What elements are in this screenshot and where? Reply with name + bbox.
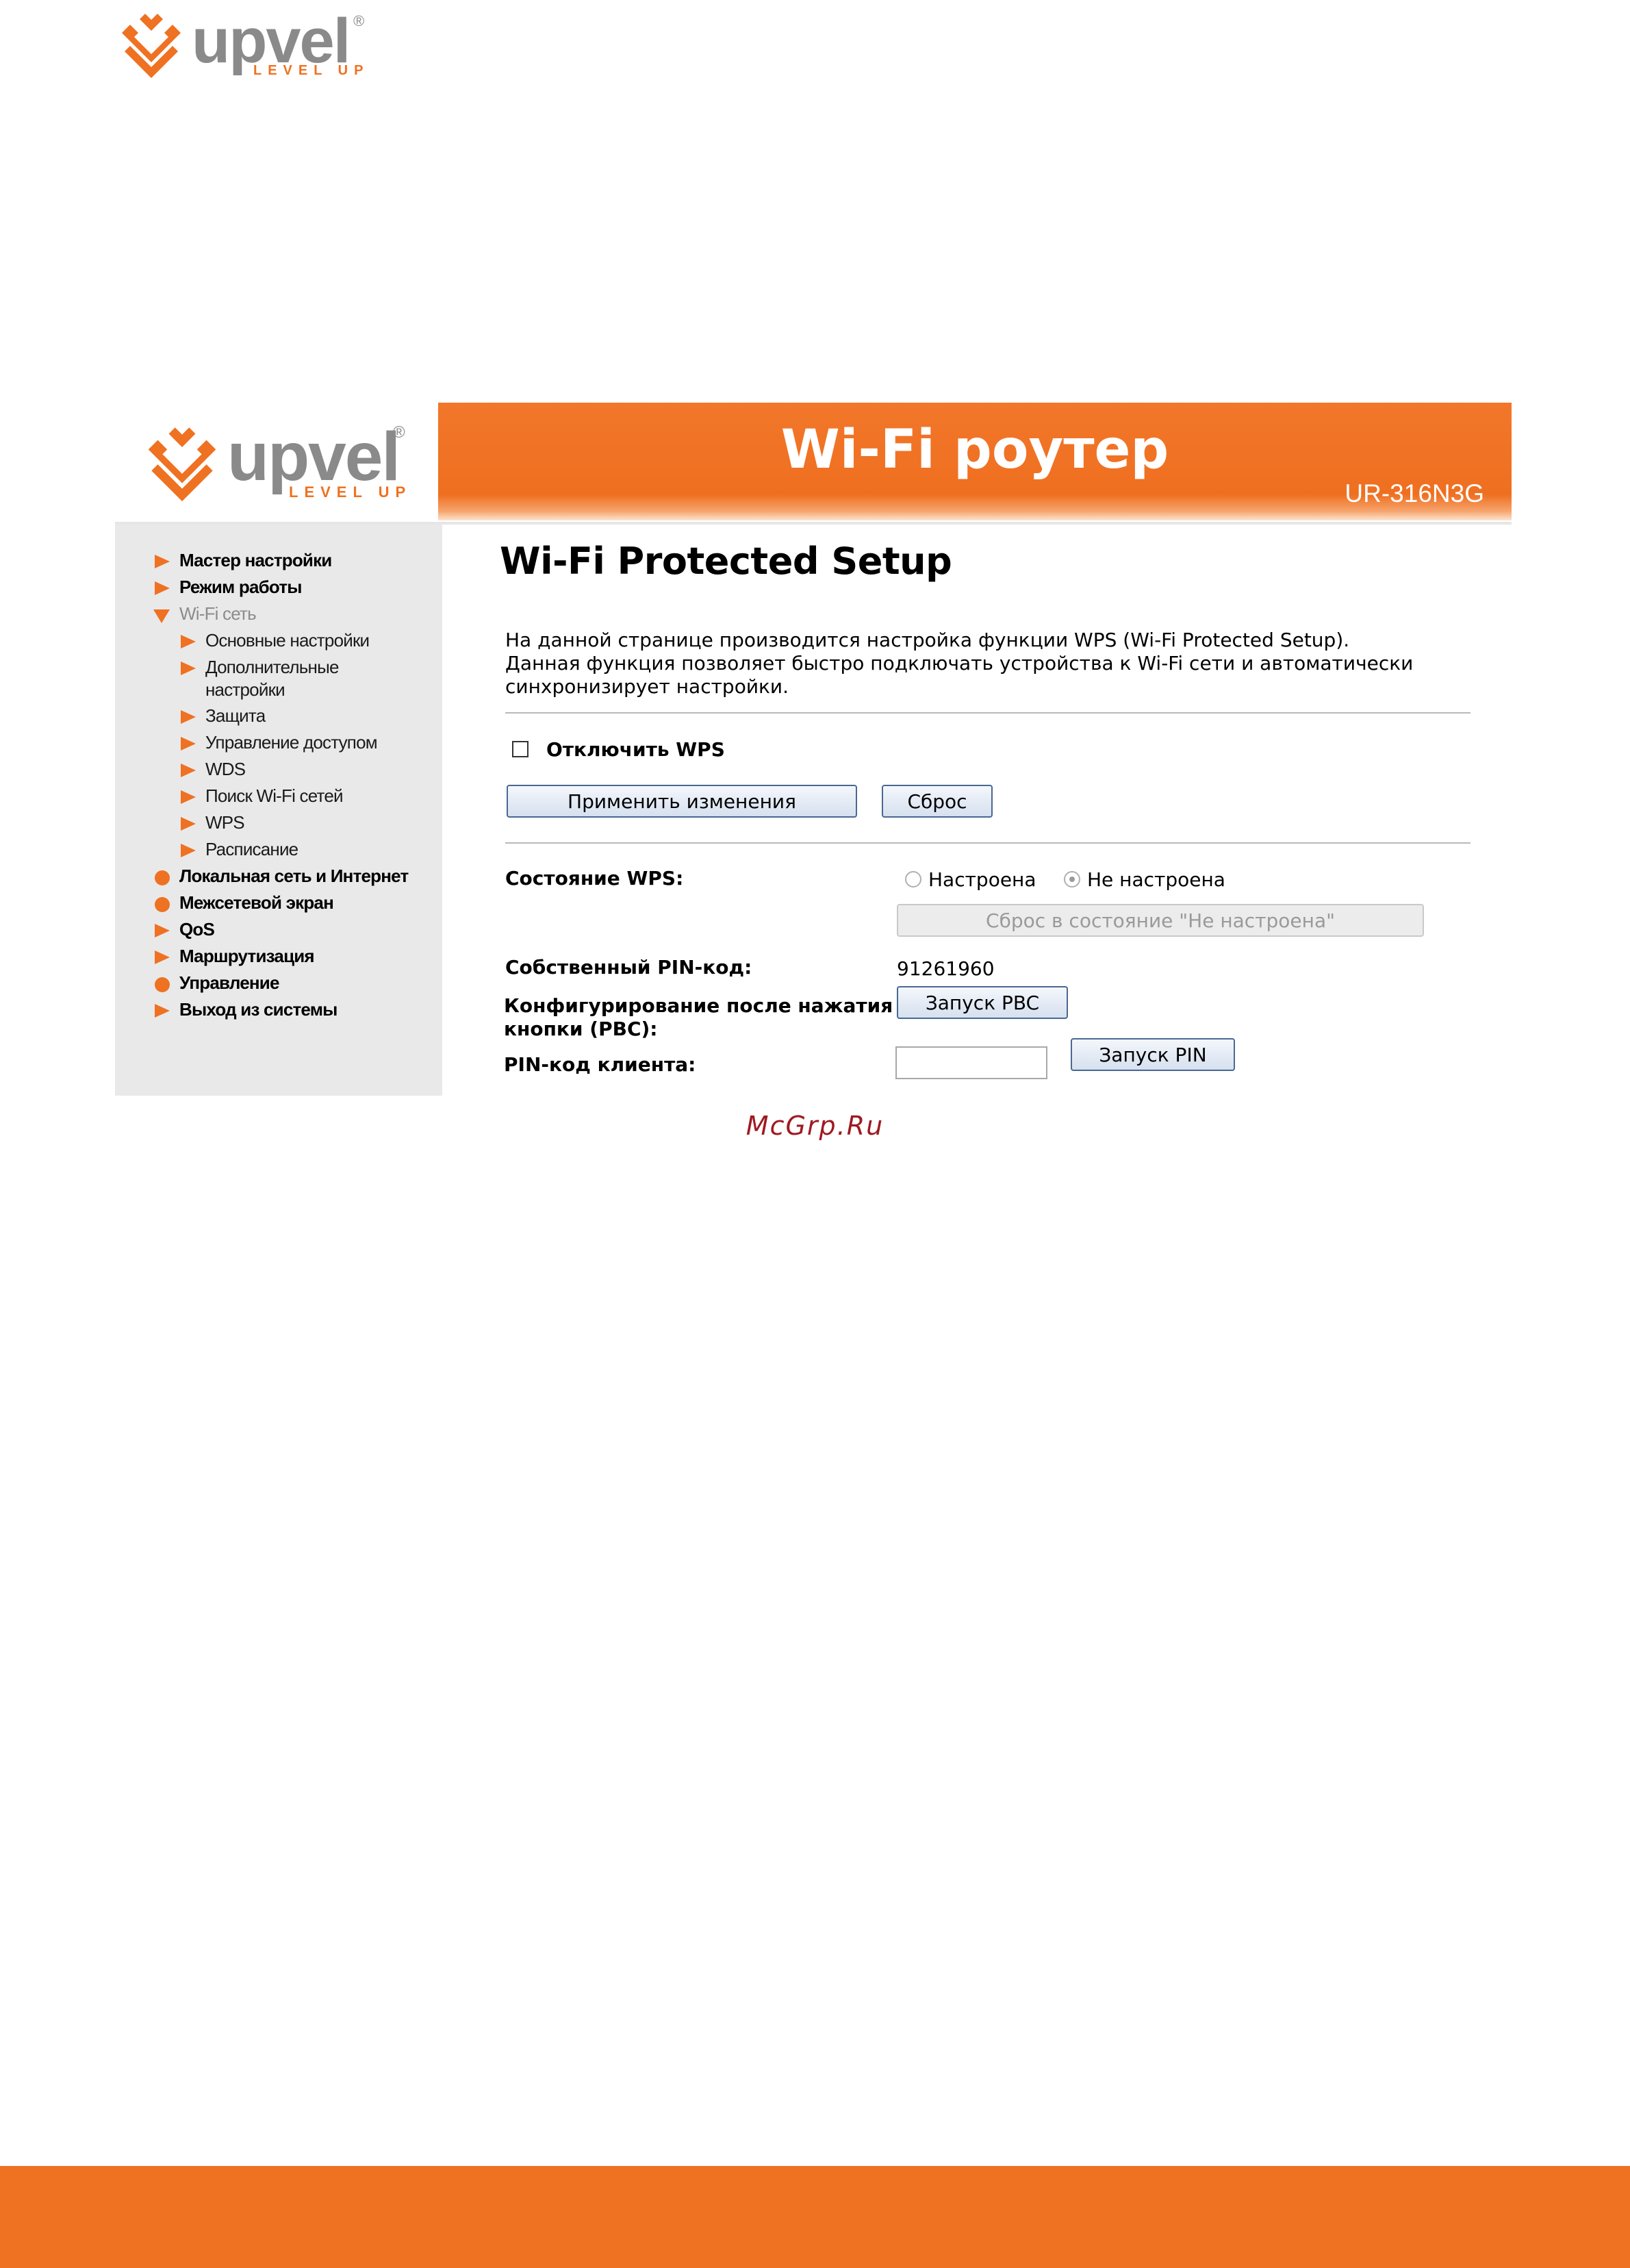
radio-not-configured[interactable]: [1064, 871, 1080, 887]
sidebar: Мастер настройки Режим работы Wi-Fi сеть…: [115, 525, 442, 1096]
own-pin-label: Собственный PIN-код:: [505, 956, 752, 979]
triangle-right-icon: [179, 785, 205, 807]
triangle-right-icon: [153, 998, 179, 1021]
sidebar-item-label: Wi-Fi сеть: [179, 603, 257, 624]
sidebar-item-label: Межсетевой экран: [179, 892, 334, 913]
sidebar-item-label: Режим работы: [179, 577, 302, 597]
pbc-label-line: кнопки (PBC):: [504, 1018, 658, 1040]
sidebar-item-label: Мастер настройки: [179, 550, 332, 570]
sidebar-item-label: Защита: [205, 705, 266, 726]
sidebar-item-wps[interactable]: WPS: [179, 811, 245, 834]
sidebar-item-label: QoS: [179, 919, 215, 940]
sidebar-item-advanced-settings[interactable]: Дополнительные настройки: [179, 656, 339, 701]
triangle-right-icon: [153, 945, 179, 968]
logo-tagline: LEVEL UP: [253, 63, 370, 78]
dot-icon: [153, 865, 179, 887]
sidebar-item-label: Поиск Wi-Fi сетей: [205, 785, 344, 806]
triangle-right-icon: [153, 576, 179, 598]
triangle-right-icon: [179, 811, 205, 834]
own-pin-value: 91261960: [897, 957, 995, 980]
upvel-logo: upvel ® LEVEL UP: [116, 6, 370, 81]
sidebar-item-wifi-scan[interactable]: Поиск Wi-Fi сетей: [179, 785, 344, 807]
page-description: На данной странице производится настройк…: [505, 629, 1491, 698]
header-banner: Wi-Fi роутер UR-316N3G: [438, 403, 1512, 520]
description-line: На данной странице производится настройк…: [505, 629, 1350, 651]
client-pin-input[interactable]: [895, 1046, 1047, 1079]
triangle-right-icon: [179, 629, 205, 652]
sidebar-item-operation-mode[interactable]: Режим работы: [153, 576, 302, 598]
divider: [505, 842, 1470, 844]
sidebar-item-label: Управление: [179, 972, 279, 993]
sidebar-item-routing[interactable]: Маршрутизация: [153, 945, 315, 968]
reset-button[interactable]: Сброс: [882, 785, 993, 818]
sidebar-item-label: Расписание: [205, 839, 298, 859]
wps-status-label: Состояние WPS:: [505, 867, 684, 890]
sidebar-item-security[interactable]: Защита: [179, 705, 266, 727]
sidebar-item-setup-wizard[interactable]: Мастер настройки: [153, 549, 332, 572]
pbc-label: Конфигурирование после нажатия кнопки (P…: [504, 994, 893, 1041]
header-logo-area: upvel ® LEVEL UP: [115, 403, 438, 520]
sidebar-item-wifi-network[interactable]: Wi-Fi сеть: [153, 603, 257, 625]
divider: [505, 712, 1470, 714]
reset-to-unconfigured-button[interactable]: Сброс в состояние "Не настроена": [897, 904, 1424, 937]
triangle-right-icon: [179, 731, 205, 754]
sidebar-item-access-control[interactable]: Управление доступом: [179, 731, 378, 754]
upvel-chevron-icon: [148, 427, 216, 501]
start-pin-button[interactable]: Запуск PIN: [1071, 1038, 1235, 1071]
sidebar-item-label: WPS: [205, 812, 245, 833]
description-line: синхронизирует настройки.: [505, 675, 789, 698]
page-title: Wi-Fi Protected Setup: [500, 540, 952, 583]
header-logo-tagline: LEVEL UP: [289, 483, 412, 501]
sidebar-item-schedule[interactable]: Расписание: [179, 838, 298, 861]
sidebar-item-logout[interactable]: Выход из системы: [153, 998, 338, 1021]
triangle-right-icon: [179, 656, 205, 679]
sidebar-item-lan-internet[interactable]: Локальная сеть и Интернет: [153, 865, 409, 887]
sidebar-item-wds[interactable]: WDS: [179, 758, 246, 781]
description-line: Данная функция позволяет быстро подключа…: [505, 652, 1414, 675]
radio-not-configured-label: Не настроена: [1087, 868, 1225, 891]
sidebar-item-label: Локальная сеть и Интернет: [179, 866, 409, 886]
sidebar-item-basic-settings[interactable]: Основные настройки: [179, 629, 370, 652]
client-pin-label: PIN-код клиента:: [504, 1053, 696, 1076]
dot-icon: [153, 972, 179, 994]
dot-icon: [153, 892, 179, 914]
start-pbc-button[interactable]: Запуск PBC: [897, 986, 1068, 1019]
router-ui-screenshot: upvel ® LEVEL UP Wi-Fi роутер UR-316N3G …: [115, 403, 1512, 1096]
pbc-label-line: Конфигурирование после нажатия: [504, 994, 893, 1017]
sidebar-item-label-line2: настройки: [205, 679, 285, 700]
sidebar-item-qos[interactable]: QoS: [153, 918, 215, 941]
header-model: UR-316N3G: [1345, 479, 1484, 507]
disable-wps-checkbox[interactable]: [512, 741, 529, 757]
triangle-down-icon: [153, 603, 179, 625]
sidebar-item-management[interactable]: Управление: [153, 972, 279, 994]
sidebar-item-label: Выход из системы: [179, 999, 338, 1020]
radio-configured[interactable]: [905, 871, 921, 887]
watermark: McGrp.Ru: [746, 1111, 884, 1141]
sidebar-item-label: Дополнительные: [205, 657, 339, 677]
upvel-chevron-icon: [122, 14, 181, 78]
header-logo-registered-mark: ®: [393, 423, 405, 442]
sidebar-item-label: WDS: [205, 759, 246, 779]
header-title: Wi-Fi роутер: [780, 419, 1169, 481]
main-content: Wi-Fi Protected Setup На данной странице…: [450, 525, 1512, 1096]
triangle-right-icon: [179, 758, 205, 781]
footer-bar: [0, 2166, 1630, 2268]
sidebar-item-firewall[interactable]: Межсетевой экран: [153, 892, 334, 914]
triangle-right-icon: [179, 705, 205, 727]
sidebar-item-label: Основные настройки: [205, 630, 370, 651]
triangle-right-icon: [153, 549, 179, 572]
triangle-right-icon: [179, 838, 205, 861]
radio-configured-label: Настроена: [928, 868, 1036, 891]
triangle-right-icon: [153, 918, 179, 941]
sidebar-item-label: Маршрутизация: [179, 946, 315, 966]
sidebar-item-label: Управление доступом: [205, 732, 378, 753]
apply-changes-button[interactable]: Применить изменения: [507, 785, 857, 818]
logo-registered-mark: ®: [353, 12, 365, 29]
disable-wps-label: Отключить WPS: [546, 738, 725, 761]
